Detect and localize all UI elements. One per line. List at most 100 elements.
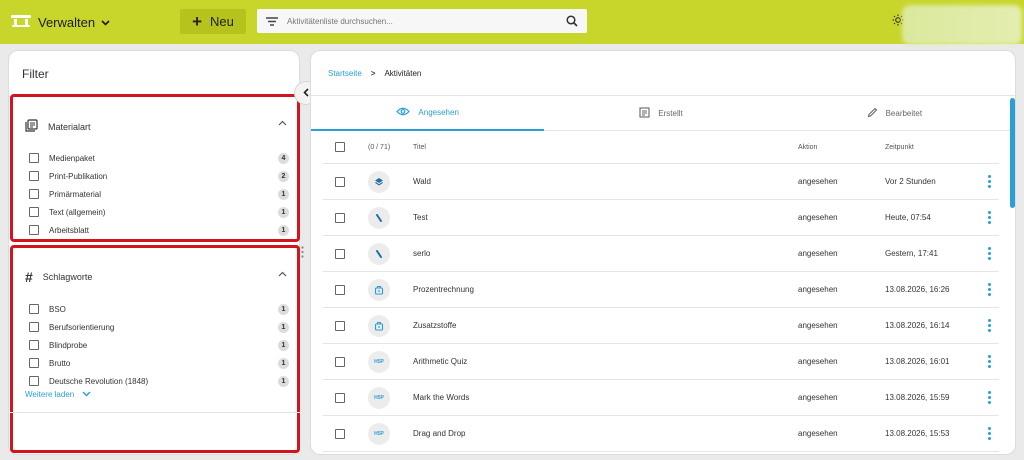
row-title[interactable]: Test: [413, 213, 798, 222]
chevron-down-icon: [82, 390, 91, 399]
row-title[interactable]: Arithmetic Quiz: [413, 357, 798, 366]
filter-option-deutsche-revolution[interactable]: Deutsche Revolution (1848) 1: [29, 372, 289, 390]
column-header-title[interactable]: Titel: [413, 144, 798, 151]
manage-menu-button[interactable]: Verwalten: [10, 9, 110, 35]
row-title[interactable]: Wald: [413, 177, 798, 186]
tab-angesehen[interactable]: Angesehen: [311, 96, 545, 131]
table-row[interactable]: Prozentrechnung angesehen 13.08.2026, 16…: [323, 272, 999, 308]
breadcrumb-current: Aktivitäten: [384, 69, 422, 78]
row-action: angesehen: [798, 429, 838, 438]
filter-option-text-allgemein[interactable]: Text (allgemein) 1: [29, 203, 289, 221]
material-type-header[interactable]: Materialart: [25, 119, 291, 134]
manage-menu-label: Verwalten: [38, 14, 96, 30]
row-title[interactable]: Mark the Words: [413, 393, 798, 402]
table-row[interactable]: serlo angesehen Gestern, 17:41: [323, 236, 999, 272]
filter-option-print-publikation[interactable]: Print-Publikation 2: [29, 167, 289, 185]
row-action: angesehen: [798, 357, 838, 366]
row-action: angesehen: [798, 285, 838, 294]
search-icon[interactable]: [557, 15, 587, 27]
row-time: Vor 2 Stunden: [885, 177, 936, 186]
filter-option-brutto[interactable]: Brutto 1: [29, 354, 289, 372]
checkbox[interactable]: [29, 304, 39, 314]
table-row[interactable]: H5P Arithmetic Quiz angesehen 13.08.2026…: [323, 344, 999, 380]
count-badge: 1: [278, 321, 289, 333]
row-action: angesehen: [798, 321, 838, 330]
chevron-down-icon: [101, 13, 110, 31]
checkbox[interactable]: [29, 207, 39, 217]
checkbox[interactable]: [29, 376, 39, 386]
scrollbar[interactable]: [1010, 98, 1015, 208]
row-checkbox[interactable]: [335, 176, 345, 187]
user-profile-area[interactable]: [902, 5, 1022, 45]
more-options-icon[interactable]: [980, 319, 999, 332]
package-icon: [368, 314, 390, 337]
row-title[interactable]: Zusatzstoffe: [413, 321, 798, 330]
table-header: (0 / 71) Titel Aktion Zeitpunkt: [323, 131, 999, 164]
link-icon: [368, 242, 390, 265]
eye-icon: [396, 107, 411, 118]
checkbox[interactable]: [29, 153, 39, 163]
table-row[interactable]: Zusatzstoffe angesehen 13.08.2026, 16:14: [323, 308, 999, 344]
row-checkbox[interactable]: [335, 212, 345, 223]
filter-option-bso[interactable]: BSO 1: [29, 300, 289, 318]
checkbox[interactable]: [29, 225, 39, 235]
h5p-icon: H5P: [368, 422, 390, 445]
more-options-icon[interactable]: [980, 211, 999, 224]
count-badge: 1: [278, 339, 289, 351]
more-options-icon[interactable]: [980, 355, 999, 368]
link-icon: [368, 206, 390, 229]
row-time: 13.08.2026, 16:26: [885, 285, 950, 294]
filter-option-medienpaket[interactable]: Medienpaket 4: [29, 149, 289, 167]
h5p-icon: H5P: [368, 386, 390, 409]
drag-handle-icon[interactable]: [301, 245, 304, 263]
row-checkbox[interactable]: [335, 428, 345, 439]
row-title[interactable]: serlo: [413, 249, 798, 258]
load-more-button[interactable]: Weitere laden: [25, 390, 91, 399]
filter-panel: Filter Materialart Medienpaket 4 Print-Pu…: [8, 50, 300, 455]
count-badge: 1: [278, 224, 289, 236]
package-icon: [368, 278, 390, 301]
checkbox[interactable]: [29, 340, 39, 350]
row-checkbox[interactable]: [335, 284, 345, 295]
table-row[interactable]: H5P Drag and Drop angesehen 13.08.2026, …: [323, 416, 999, 452]
checkbox[interactable]: [29, 322, 39, 332]
search-input[interactable]: [287, 16, 557, 26]
more-options-icon[interactable]: [980, 283, 999, 296]
filter-option-berufsorientierung[interactable]: Berufsorientierung 1: [29, 318, 289, 336]
count-badge: 1: [278, 188, 289, 200]
tab-erstellt[interactable]: Erstellt: [544, 96, 778, 131]
row-checkbox[interactable]: [335, 356, 345, 367]
row-title[interactable]: Drag and Drop: [413, 429, 798, 438]
more-options-icon[interactable]: [980, 247, 999, 260]
table-row[interactable]: H5P Mark the Words angesehen 13.08.2026,…: [323, 380, 999, 416]
checkbox[interactable]: [29, 189, 39, 199]
table-row[interactable]: Wald angesehen Vor 2 Stunden: [323, 164, 999, 200]
filter-option-primaermaterial[interactable]: Primärmaterial 1: [29, 185, 289, 203]
row-checkbox[interactable]: [335, 392, 345, 403]
breadcrumb-home-link[interactable]: Startseite: [328, 69, 362, 78]
row-title[interactable]: Prozentrechnung: [413, 285, 798, 294]
count-badge: 1: [278, 303, 289, 315]
row-checkbox[interactable]: [335, 320, 345, 331]
filter-icon[interactable]: [257, 16, 287, 26]
new-button[interactable]: + Neu: [180, 9, 246, 34]
filter-option-arbeitsblatt[interactable]: Arbeitsblatt 1: [29, 221, 289, 239]
keywords-header[interactable]: # Schlagworte: [25, 270, 291, 284]
count-badge: 1: [278, 357, 289, 369]
selection-count: (0 / 71): [368, 143, 391, 151]
row-checkbox[interactable]: [335, 248, 345, 259]
filter-option-blindprobe[interactable]: Blindprobe 1: [29, 336, 289, 354]
more-options-icon[interactable]: [980, 427, 999, 440]
column-header-action[interactable]: Aktion: [798, 144, 885, 151]
checkbox[interactable]: [29, 171, 39, 181]
more-options-icon[interactable]: [980, 391, 999, 404]
table-row[interactable]: Test angesehen Heute, 07:54: [323, 200, 999, 236]
column-header-time[interactable]: Zeitpunkt: [885, 144, 980, 151]
checkbox[interactable]: [29, 358, 39, 368]
count-badge: 1: [278, 206, 289, 218]
material-type-filter-group: Materialart Medienpaket 4 Print-Publikati…: [10, 94, 300, 242]
more-options-icon[interactable]: [980, 175, 999, 188]
select-all-checkbox[interactable]: [335, 142, 345, 152]
tab-bearbeitet[interactable]: Bearbeitet: [777, 96, 1011, 131]
row-time: 13.08.2026, 15:59: [885, 393, 950, 402]
